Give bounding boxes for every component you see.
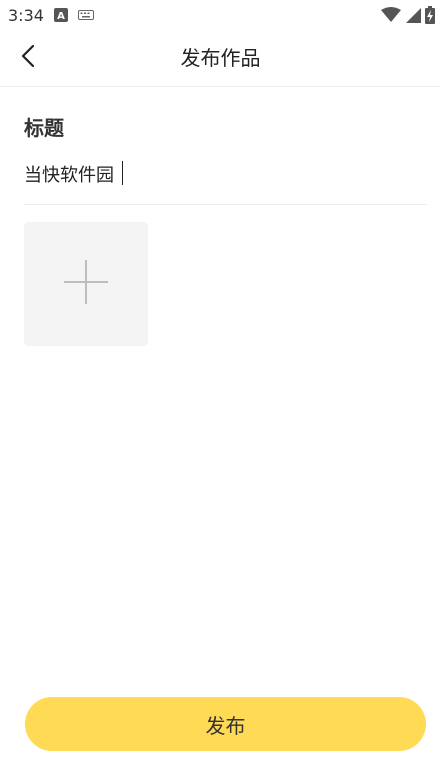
publish-button-label: 发布 [205,713,246,738]
add-image-button[interactable] [24,222,148,346]
signal-icon [405,7,421,23]
publish-button[interactable]: 发布 [25,697,426,751]
status-bar-left: 3:34 A [0,6,94,25]
wifi-icon [381,7,401,23]
keyboard-icon [77,9,94,21]
status-bar-right [381,6,441,24]
status-bar: 3:34 A [0,0,441,30]
divider [24,204,427,205]
back-arrow-icon [20,44,36,72]
back-button[interactable] [12,40,44,76]
plus-icon [63,259,109,309]
battery-charging-icon [425,6,435,24]
svg-text:A: A [57,11,65,22]
status-time: 3:34 [8,5,44,25]
app-bar: 发布作品 [0,30,441,87]
a-notification-icon: A [53,8,68,22]
page-title: 发布作品 [180,46,261,70]
text-cursor [122,161,123,185]
title-label: 标题 [24,116,64,140]
title-input[interactable] [24,158,427,190]
